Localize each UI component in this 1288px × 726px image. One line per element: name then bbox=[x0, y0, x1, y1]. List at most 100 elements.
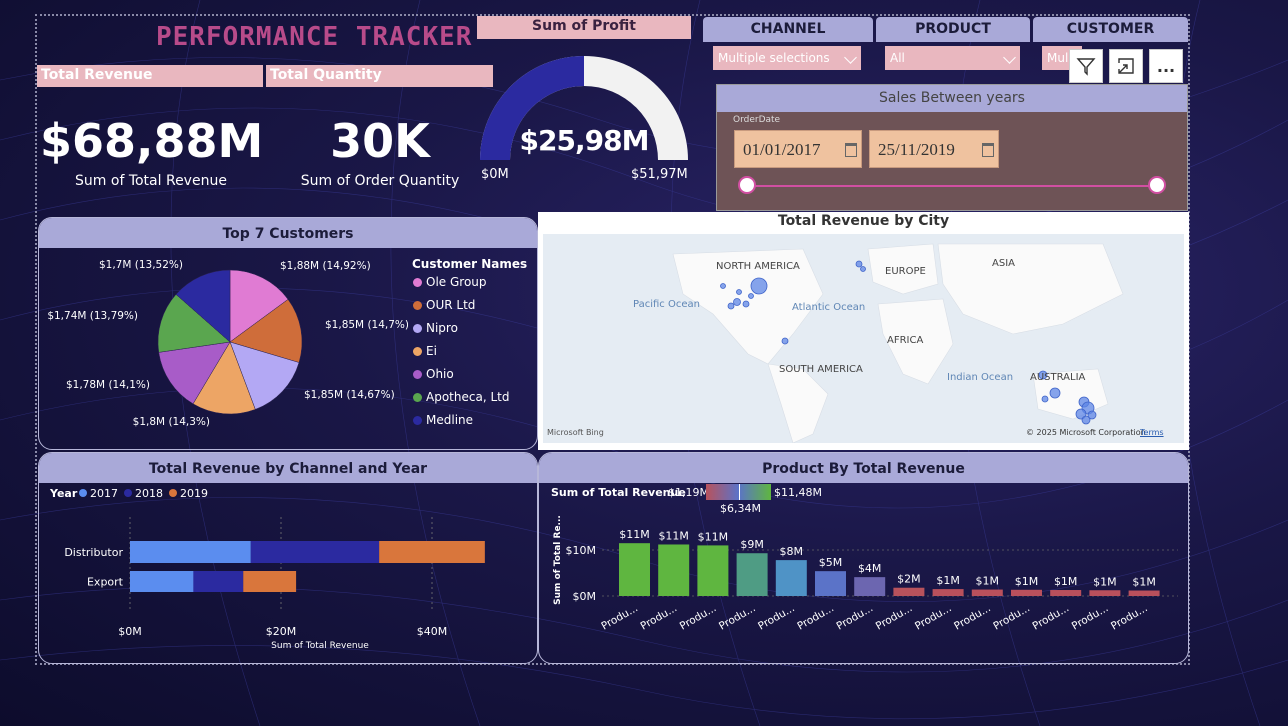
product-bar[interactable] bbox=[775, 560, 807, 596]
start-date-input[interactable]: 01/01/2017 bbox=[734, 130, 862, 168]
city-bubble[interactable] bbox=[1049, 387, 1061, 399]
legend-label[interactable]: 2018 bbox=[135, 487, 163, 500]
city-bubble[interactable] bbox=[855, 260, 863, 268]
category-label: Produ... bbox=[795, 602, 836, 632]
product-slicer-header: PRODUCT bbox=[876, 17, 1030, 42]
filter-button[interactable] bbox=[1069, 49, 1103, 83]
bar-segment[interactable] bbox=[193, 571, 244, 592]
calendar-icon[interactable] bbox=[982, 143, 994, 157]
focus-mode-button[interactable] bbox=[1109, 49, 1143, 83]
bar-segment[interactable] bbox=[130, 571, 194, 592]
x-axis-label: Sum of Total Revenue bbox=[271, 641, 369, 651]
category-label: Produ... bbox=[756, 602, 797, 632]
product-bar[interactable] bbox=[893, 587, 925, 596]
city-bubble[interactable] bbox=[860, 266, 866, 272]
top-customers-title: Top 7 Customers bbox=[39, 218, 537, 248]
legend-item[interactable]: Nipro bbox=[413, 321, 458, 335]
category-label: Produ... bbox=[1070, 602, 1111, 632]
world-land-shapes bbox=[672, 243, 1124, 443]
label-africa: AFRICA bbox=[887, 335, 924, 346]
total-quantity-value[interactable]: 30K bbox=[270, 114, 490, 168]
filter-icon bbox=[1076, 58, 1096, 76]
city-bubble[interactable] bbox=[733, 298, 741, 306]
legend-dot bbox=[413, 323, 422, 333]
city-bubble[interactable] bbox=[742, 300, 750, 308]
legend-item[interactable]: OUR Ltd bbox=[413, 298, 475, 312]
bar-segment[interactable] bbox=[379, 541, 485, 563]
product-bar[interactable] bbox=[854, 577, 886, 596]
city-bubble[interactable] bbox=[720, 283, 726, 289]
date-range-start-handle[interactable] bbox=[738, 176, 756, 194]
bar-segment[interactable] bbox=[243, 571, 297, 592]
total-revenue-header: Total Revenue bbox=[37, 65, 263, 87]
total-revenue-value[interactable]: $68,88M bbox=[40, 114, 263, 168]
product-bar[interactable] bbox=[697, 545, 729, 596]
product-bar[interactable] bbox=[971, 589, 1003, 596]
bar-segment[interactable] bbox=[250, 541, 380, 563]
legend-title: Year bbox=[49, 487, 78, 500]
legend-item[interactable]: Medline bbox=[413, 413, 473, 427]
product-bar[interactable] bbox=[815, 571, 846, 596]
end-date-input[interactable]: 25/11/2019 bbox=[869, 130, 999, 168]
product-bar[interactable] bbox=[932, 589, 964, 596]
legend-label: Medline bbox=[426, 413, 474, 427]
category-label: Produ... bbox=[874, 602, 915, 632]
calendar-icon[interactable] bbox=[845, 143, 857, 157]
city-bubble[interactable] bbox=[748, 293, 754, 299]
profit-title: Sum of Profit bbox=[477, 16, 691, 39]
product-dropdown-value: All bbox=[890, 51, 905, 65]
x-tick-label: $40M bbox=[417, 625, 448, 638]
gradient-legend-max: $11,48M bbox=[774, 486, 822, 499]
map-canvas[interactable]: NORTH AMERICA EUROPE ASIA Pacific Ocean … bbox=[543, 234, 1184, 443]
legend-label: Apotheca, Ltd bbox=[426, 390, 510, 404]
city-bubble[interactable] bbox=[781, 337, 789, 345]
product-bar[interactable] bbox=[1050, 590, 1082, 596]
product-bar[interactable] bbox=[1011, 589, 1042, 596]
channel-slicer-header: CHANNEL bbox=[703, 17, 873, 42]
legend-item[interactable]: Apotheca, Ltd bbox=[413, 390, 509, 404]
pie-data-label: $1,78M (14,1%) bbox=[66, 379, 150, 391]
terms-link[interactable]: Terms bbox=[1140, 428, 1164, 437]
legend-label: Nipro bbox=[426, 321, 458, 335]
product-dropdown[interactable]: All bbox=[885, 46, 1020, 70]
gradient-legend-bar bbox=[706, 484, 771, 500]
product-bar[interactable] bbox=[619, 543, 650, 596]
pie-data-label: $1,74M (13,79%) bbox=[47, 310, 138, 322]
date-range-end-handle[interactable] bbox=[1148, 176, 1166, 194]
more-options-button[interactable]: ... bbox=[1149, 49, 1183, 83]
map-title: Total Revenue by City bbox=[777, 213, 950, 229]
product-bar[interactable] bbox=[736, 553, 768, 596]
bar-segment[interactable] bbox=[130, 541, 251, 563]
total-quantity-label: Sum of Order Quantity bbox=[300, 173, 460, 189]
city-bubble[interactable] bbox=[727, 302, 735, 310]
city-bubble[interactable] bbox=[1087, 410, 1097, 420]
legend-item[interactable]: Ei bbox=[413, 344, 437, 358]
city-bubble[interactable] bbox=[750, 277, 768, 295]
product-revenue-chart[interactable]: $0M $10MSum of Total Re... $11M Produ... $11… bbox=[538, 510, 1189, 660]
chevron-down-icon bbox=[1003, 51, 1016, 64]
bar-data-label: $1M bbox=[976, 575, 1000, 588]
city-bubble[interactable] bbox=[1041, 395, 1049, 403]
city-bubble[interactable] bbox=[736, 289, 742, 295]
customer-legend-title: Customer Names bbox=[412, 257, 528, 271]
bar-data-label: $1M bbox=[1054, 575, 1078, 588]
sales-between-years-slicer: Sales Between years OrderDate 01/01/2017… bbox=[716, 84, 1188, 211]
legend-label[interactable]: 2019 bbox=[180, 487, 208, 500]
bar-data-label: $1M bbox=[1132, 576, 1156, 589]
product-bar[interactable] bbox=[658, 544, 690, 596]
legend-item[interactable]: Ole Group bbox=[413, 275, 487, 289]
category-label: Produ... bbox=[1109, 602, 1150, 632]
gradient-legend-label: Sum of Total Revenue bbox=[551, 486, 686, 499]
south-america-land bbox=[767, 363, 829, 443]
date-range-track[interactable] bbox=[748, 185, 1158, 187]
channel-dropdown[interactable]: Multiple selections bbox=[713, 46, 861, 70]
category-label: Produ... bbox=[717, 602, 758, 632]
legend-item[interactable]: Ohio bbox=[413, 367, 454, 381]
product-bar[interactable] bbox=[1089, 590, 1121, 596]
label-australia: AUSTRALIA bbox=[1030, 372, 1086, 383]
channel-year-chart[interactable]: Year 2017 2018 2019 Distributor Export $0M $20M… bbox=[38, 482, 538, 662]
legend-label[interactable]: 2017 bbox=[90, 487, 118, 500]
top-customers-pie[interactable]: $1,88M (14,92%) $1,85M (14,7%) $1,85M (14,… bbox=[38, 247, 408, 447]
bar-data-label: $5M bbox=[819, 556, 843, 569]
product-bar[interactable] bbox=[1128, 590, 1160, 596]
